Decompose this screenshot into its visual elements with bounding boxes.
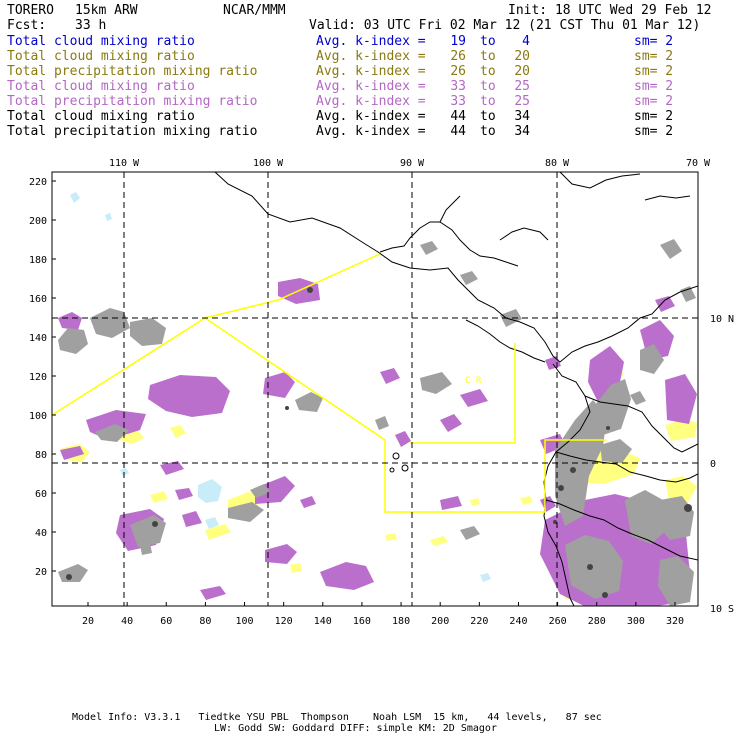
longitude-label: 100 W	[253, 158, 284, 169]
x-tick-label: 60	[160, 616, 172, 627]
latitude-label: 0	[710, 459, 716, 470]
y-tick-label: 60	[35, 489, 47, 500]
y-tick-label: 120	[29, 372, 47, 383]
y-tick-label: 40	[35, 528, 47, 539]
x-tick-label: 160	[353, 616, 371, 627]
x-tick-label: 80	[199, 616, 211, 627]
latitude-label: 10 S	[710, 604, 734, 615]
x-tick-label: 220	[470, 616, 488, 627]
latitude-label: 10 N	[710, 314, 734, 325]
y-tick-label: 180	[29, 255, 47, 266]
longitude-label: 80 W	[545, 158, 570, 169]
k-44-34-areas	[58, 239, 696, 606]
y-tick-label: 100	[29, 411, 47, 422]
x-tick-label: 180	[392, 616, 410, 627]
x-tick-label: 280	[588, 616, 606, 627]
footer-line-2: LW: Godd SW: Goddard DIFF: simple KM: 2D…	[214, 723, 497, 734]
domain-boundaries	[52, 253, 606, 513]
longitude-label: 90 W	[400, 158, 425, 169]
y-tick-label: 140	[29, 333, 47, 344]
longitude-label: 70 W	[686, 158, 711, 169]
x-tick-label: 20	[82, 616, 94, 627]
y-tick-label: 80	[35, 450, 47, 461]
x-tick-label: 260	[549, 616, 567, 627]
x-tick-label: 40	[121, 616, 133, 627]
x-tick-label: 240	[509, 616, 527, 627]
x-tick-label: 300	[627, 616, 645, 627]
y-tick-label: 220	[29, 177, 47, 188]
x-tick-label: 120	[275, 616, 293, 627]
y-tick-label: 20	[35, 567, 47, 578]
longitude-label: 110 W	[109, 158, 140, 169]
x-tick-label: 100	[236, 616, 254, 627]
y-tick-label: 200	[29, 216, 47, 227]
field-shading	[52, 172, 698, 606]
map-figure: 220 200 180 160 140 120 100 80 60 40 20 20 40 60 80 10…	[29, 158, 734, 627]
x-tick-label: 200	[431, 616, 449, 627]
country-label: C R	[465, 376, 482, 386]
longitude-ticks: 110 W 100 W 90 W 80 W 70 W	[109, 158, 711, 169]
y-tick-label: 160	[29, 294, 47, 305]
x-tick-label: 320	[666, 616, 684, 627]
latitude-ticks: 10 N 0 10 S	[710, 314, 734, 615]
x-tick-label: 140	[314, 616, 332, 627]
